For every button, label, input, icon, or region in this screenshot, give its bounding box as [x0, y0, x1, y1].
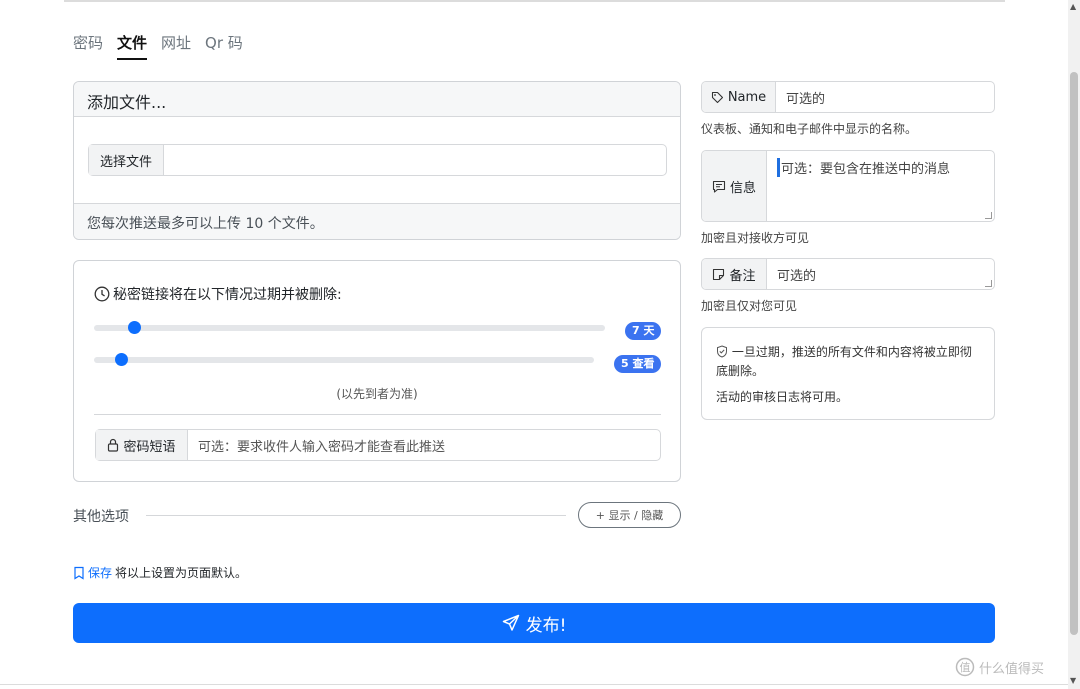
notice-line-2: 活动的审核日志将可用。 [716, 390, 849, 404]
message-label: 信息 [702, 151, 767, 221]
resize-grip[interactable] [985, 212, 992, 219]
other-options-label: 其他选项 [73, 509, 129, 525]
chat-icon [712, 180, 726, 193]
note-field[interactable]: 备注 可选的 [701, 258, 995, 290]
other-options-divider [146, 515, 566, 516]
choose-file-button[interactable]: 选择文件 [89, 145, 164, 175]
views-slider[interactable] [94, 353, 594, 366]
expiration-title: 秘密链接将在以下情况过期并被删除: [94, 284, 342, 304]
shield-check-icon [716, 345, 728, 358]
tab-file[interactable]: 文件 [117, 30, 148, 60]
file-input[interactable]: 选择文件 [88, 144, 667, 176]
note-textarea[interactable]: 可选的 [767, 259, 994, 289]
note-label: 备注 [702, 259, 767, 289]
tag-icon [711, 91, 724, 104]
days-badge: 7 天 [625, 322, 662, 340]
smzdm-logo-icon: 值 [955, 657, 975, 677]
watermark: 值 什么值得买 [955, 657, 1044, 677]
name-field[interactable]: Name 可选的 [701, 81, 995, 113]
note-help: 加密且仅对您可见 [701, 299, 798, 313]
expiration-card: 秘密链接将在以下情况过期并被删除: 7 天 5 查看 (以先到者为准) 密码短语… [73, 260, 681, 482]
scrollbar-thumb[interactable] [1070, 72, 1078, 635]
show-hide-button[interactable]: + 显示 / 隐藏 [578, 502, 681, 528]
resize-grip[interactable] [985, 280, 992, 287]
send-icon [502, 614, 520, 632]
sticky-note-icon [712, 268, 725, 281]
clock-icon [94, 286, 110, 302]
message-field[interactable]: 信息 可选：要包含在推送中的消息 [701, 150, 995, 222]
bookmark-icon [73, 566, 85, 580]
file-upload-card: 添加文件... 选择文件 您每次推送最多可以上传 10 个文件。 [73, 81, 681, 240]
top-divider [64, 0, 1005, 2]
tab-qr[interactable]: Qr 码 [205, 30, 243, 60]
name-help: 仪表板、通知和电子邮件中显示的名称。 [701, 122, 918, 136]
views-slider-thumb[interactable] [115, 353, 128, 366]
name-label: Name [702, 82, 776, 112]
lock-icon [107, 438, 119, 452]
publish-button[interactable]: 发布! [73, 603, 995, 643]
days-slider-thumb[interactable] [128, 321, 141, 334]
file-limit-note: 您每次推送最多可以上传 10 个文件。 [74, 203, 680, 239]
message-textarea[interactable]: 可选：要包含在推送中的消息 [767, 151, 994, 221]
tab-password[interactable]: 密码 [73, 30, 103, 60]
scroll-up-arrow-icon[interactable]: ▲ [1070, 2, 1076, 11]
views-badge: 5 查看 [614, 355, 662, 373]
first-wins-hint: (以先到者为准) [336, 387, 418, 401]
notice-line-1: 一旦过期，推送的所有文件和内容将被立即彻底删除。 [716, 345, 972, 378]
days-slider[interactable] [94, 321, 605, 334]
file-card-title: 添加文件... [74, 82, 680, 117]
passphrase-input[interactable]: 可选：要求收件人输入密码才能查看此推送 [188, 430, 445, 460]
save-defaults-link[interactable]: 保存 [88, 564, 112, 581]
save-defaults: 保存 将以上设置为页面默认。 [73, 564, 247, 581]
vertical-scrollbar[interactable]: ▲ ▼ [1068, 0, 1080, 689]
name-input[interactable]: 可选的 [776, 82, 994, 112]
scroll-down-arrow-icon[interactable]: ▼ [1070, 676, 1076, 685]
passphrase-field[interactable]: 密码短语 可选：要求收件人输入密码才能查看此推送 [95, 429, 661, 461]
bottom-divider [0, 684, 1068, 685]
svg-text:值: 值 [960, 661, 971, 674]
tab-url[interactable]: 网址 [161, 30, 191, 60]
divider [94, 414, 661, 415]
tab-bar: 密码 文件 网址 Qr 码 [73, 30, 257, 62]
message-help: 加密且对接收方可见 [701, 231, 810, 245]
expiry-notice: 一旦过期，推送的所有文件和内容将被立即彻底删除。 活动的审核日志将可用。 [701, 327, 995, 420]
passphrase-label: 密码短语 [96, 430, 188, 460]
